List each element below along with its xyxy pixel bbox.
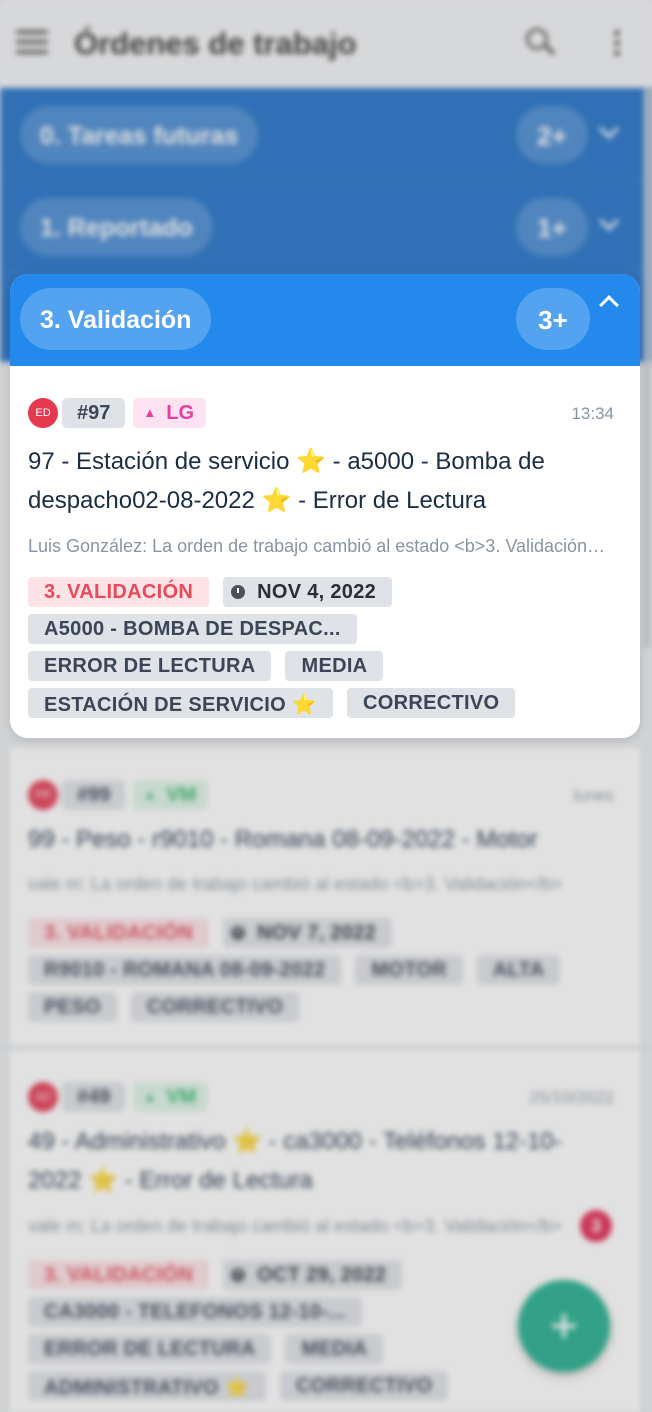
date-tag: NOV 4, 2022 (223, 577, 393, 607)
card-title: 97 - Estación de servicio ⭐ - a5000 - Bo… (28, 442, 613, 520)
tag: ERROR DE LECTURA (28, 651, 272, 681)
group-label: 0. Tareas futuras (20, 106, 259, 164)
card-time: 13:34 (571, 404, 614, 423)
avatar: PR (28, 780, 58, 810)
group-label: 3. Validación (20, 288, 212, 350)
person-icon: ▲ (143, 787, 157, 802)
avatar: AD (28, 1082, 58, 1112)
card-title: 99 - Peso - r9010 - Romana 08-09-2022 - … (28, 820, 613, 859)
date-tag: OCT 29, 2022 (223, 1260, 403, 1290)
clock-icon (231, 585, 246, 599)
menu-icon[interactable] (16, 30, 48, 56)
assignee-chip: ▲ VM (133, 1082, 209, 1112)
group-count: 1+ (516, 198, 588, 256)
assignee-chip: ▲ VM (133, 780, 209, 810)
page-title: Órdenes de trabajo (74, 26, 357, 61)
card-snippet: vale m: La orden de trabajo cambió al es… (28, 874, 563, 894)
order-id-chip: #97 (62, 398, 126, 428)
validation-group: 3. Validación 3+ ED #97 ▲ LG 13:34 97 - … (10, 274, 640, 738)
group-label: 1. Reportado (20, 198, 213, 256)
card-title-line: 99 - Peso - r9010 - Romana 08-09-2022 - … (28, 826, 538, 853)
card-time: 25/10/2022 (528, 1088, 614, 1107)
person-icon: ▲ (143, 405, 157, 420)
assignee-initials: LG (166, 402, 195, 424)
card-header: PR #99 ▲ VM (28, 780, 209, 810)
tag: CA3000 - TELEFONOS 12-10-... (28, 1297, 362, 1327)
tag: ADMINISTRATIVO ⭐ (28, 1371, 266, 1401)
tag: ERROR DE LECTURA (28, 1334, 272, 1364)
status-tag: 3. VALIDACIÓN (28, 577, 210, 607)
card-title-line: 2022 ⭐ - Error de Lectura (28, 1167, 313, 1194)
date-tag: NOV 7, 2022 (223, 918, 393, 948)
divider (0, 1046, 652, 1048)
card-tags: 3. VALIDACIÓN NOV 7, 2022 R9010 - ROMANA… (28, 918, 628, 1029)
tag: R9010 - ROMANA 08-09-2022 (28, 955, 342, 985)
order-id-chip: #49 (62, 1082, 126, 1112)
tag: CORRECTIVO (347, 688, 516, 718)
tag: ALTA (476, 955, 561, 985)
card-title-line: 49 - Administrativo ⭐ - ca3000 - Teléfon… (28, 1128, 562, 1155)
chevron-up-icon[interactable] (598, 292, 620, 315)
card-title: 49 - Administrativo ⭐ - ca3000 - Teléfon… (28, 1122, 613, 1200)
clock-icon (231, 926, 246, 940)
group-count: 3+ (516, 288, 590, 350)
tag: A5000 - BOMBA DE DESPAC... (28, 614, 357, 644)
chevron-down-icon[interactable] (598, 119, 620, 144)
status-tag: 3. VALIDACIÓN (28, 1260, 210, 1290)
card-snippet: Luis González: La orden de trabajo cambi… (28, 536, 613, 556)
tag: PESO (28, 992, 117, 1022)
tag: CORRECTIVO (130, 992, 300, 1022)
person-icon: ▲ (143, 1089, 157, 1104)
more-vert-icon[interactable] (614, 30, 622, 58)
order-card[interactable]: ED #97 ▲ LG 13:34 97 - Estación de servi… (10, 366, 640, 738)
status-tag: 3. VALIDACIÓN (28, 918, 210, 948)
order-id-chip: #99 (62, 780, 126, 810)
card-snippet: vale m: La orden de trabajo cambió al es… (28, 1216, 563, 1236)
tag: MOTOR (355, 955, 463, 985)
tag: MEDIA (285, 1334, 384, 1364)
tag: MEDIA (285, 651, 384, 681)
search-icon[interactable] (526, 28, 556, 58)
scrollbar[interactable] (644, 88, 650, 648)
group-count: 2+ (516, 106, 588, 164)
tag: ESTACIÓN DE SERVICIO ⭐ (28, 688, 334, 718)
assignee-initials: VM (166, 1086, 197, 1108)
card-time: lunes (573, 786, 614, 805)
assignee-initials: VM (166, 784, 197, 806)
unread-badge: 3 (580, 1210, 612, 1242)
assignee-chip: ▲ LG (133, 398, 207, 428)
chevron-down-icon[interactable] (598, 211, 620, 236)
card-tags: 3. VALIDACIÓN NOV 4, 2022 A5000 - BOMBA … (28, 577, 628, 725)
group-header-validacion[interactable]: 3. Validación 3+ (10, 274, 640, 366)
add-order-button[interactable] (518, 1280, 610, 1372)
card-header: ED #97 ▲ LG (28, 398, 207, 428)
card-title-line: 97 - Estación de servicio ⭐ - a5000 - Bo… (28, 448, 545, 475)
clock-icon (231, 1268, 246, 1282)
tag: CORRECTIVO (280, 1371, 449, 1401)
group-header-reportado[interactable]: 1. Reportado 1+ (0, 180, 652, 272)
order-card[interactable]: PR #99 ▲ VM lunes 99 - Peso - r9010 - Ro… (10, 748, 640, 1046)
card-title-line: despacho02-08-2022 ⭐ - Error de Lectura (28, 487, 487, 514)
group-header-tareas-futuras[interactable]: 0. Tareas futuras 2+ (0, 88, 652, 180)
app-bar: Órdenes de trabajo (0, 0, 652, 88)
avatar: ED (28, 398, 58, 428)
card-header: AD #49 ▲ VM (28, 1082, 209, 1112)
